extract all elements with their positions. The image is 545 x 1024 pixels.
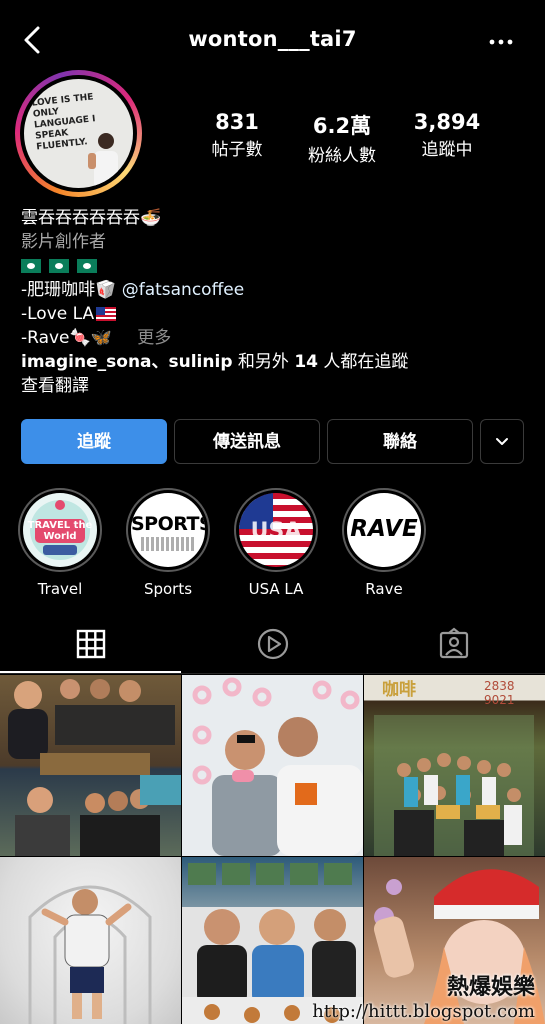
person-figure-icon <box>88 133 118 188</box>
travel-cover-text: TRAVEL the World <box>27 520 93 542</box>
post-grid: 咖啡 2838 9021 熱爆娛樂 http://hittt.blogspot.… <box>0 675 545 1024</box>
grid-icon[interactable] <box>73 626 109 662</box>
watermark-url: http://hittt.blogspot.com <box>312 1001 535 1022</box>
posts-count[interactable]: 831 帖子數 <box>182 110 292 160</box>
followers-value: 6.2萬 <box>312 114 372 138</box>
ellipsis-icon[interactable] <box>487 30 515 50</box>
display-name: 雲吞吞吞吞吞吞🍜 <box>21 208 162 228</box>
tabs-divider <box>0 673 545 674</box>
highlight-label: Travel <box>37 580 83 598</box>
posts-label: 帖子數 <box>211 140 263 160</box>
post-thumbnail[interactable] <box>0 675 181 856</box>
followed-by-users: imagine_sona、sulinip <box>21 352 233 372</box>
post-thumbnail[interactable] <box>182 675 363 856</box>
tagged-person-icon[interactable] <box>436 626 472 662</box>
bio-coffee-line: -肥珊咖啡🥡 @fatsancoffee <box>21 278 531 302</box>
post-thumbnail[interactable] <box>0 857 181 1024</box>
followed-by-count: 14 <box>294 352 318 372</box>
post-thumbnail[interactable]: 咖啡 2838 9021 <box>364 675 545 856</box>
chevron-down-icon <box>496 438 508 445</box>
profile-category: 影片創作者 <box>21 232 106 252</box>
macau-flags <box>21 254 531 278</box>
highlight-sports[interactable]: SPORTS Sports <box>125 488 211 598</box>
bio-love-text: -Love LA <box>21 304 95 324</box>
coffee-mention-link[interactable]: @fatsancoffee <box>122 280 245 300</box>
highlight-label: Sports <box>143 580 193 598</box>
us-flag-icon <box>96 307 117 321</box>
follow-button[interactable]: 追蹤 <box>21 419 167 464</box>
followed-by-mid: 和另外 <box>232 352 295 372</box>
following-label: 追蹤中 <box>421 140 473 160</box>
watermark-title: 熱爆娛樂 <box>446 974 535 1000</box>
message-button[interactable]: 傳送訊息 <box>174 419 320 464</box>
followed-by-tail: 人都在追蹤 <box>317 352 409 372</box>
usa-cover-text: USA <box>250 519 302 544</box>
see-translation-link[interactable]: 查看翻譯 <box>21 374 531 398</box>
profile-username: wonton___tai7 <box>188 27 357 51</box>
highlight-label: USA LA <box>248 580 304 598</box>
avatar-photo: LOVE IS THE ONLY LANGUAGE I SPEAK FLUENT… <box>24 79 133 188</box>
followers-count[interactable]: 6.2萬 粉絲人數 <box>287 110 397 166</box>
suggested-accounts-button[interactable] <box>480 419 524 464</box>
play-circle-icon[interactable] <box>255 626 291 662</box>
highlight-travel[interactable]: TRAVEL the World Travel <box>17 488 103 598</box>
sports-cover-text: SPORTS <box>131 513 205 535</box>
macau-flag-icon <box>49 259 69 273</box>
followed-by[interactable]: imagine_sona、sulinip 和另外 14 人都在追蹤 <box>21 350 531 374</box>
followers-label: 粉絲人數 <box>308 146 376 166</box>
avatar[interactable]: LOVE IS THE ONLY LANGUAGE I SPEAK FLUENT… <box>15 70 142 197</box>
macau-flag-icon <box>21 259 41 273</box>
bio-rave-line: -Rave🍬🦋 更多 <box>21 326 531 350</box>
profile-tabs <box>0 618 545 674</box>
macau-flag-icon <box>77 259 97 273</box>
profile-bio: 雲吞吞吞吞吞吞🍜 影片創作者 -肥珊咖啡🥡 @fatsancoffee -Lov… <box>21 206 531 398</box>
watermark: 熱爆娛樂 http://hittt.blogspot.com <box>312 969 535 1022</box>
following-value: 3,894 <box>413 110 481 134</box>
bio-more-link[interactable]: 更多 <box>137 328 171 348</box>
posts-value: 831 <box>215 110 259 134</box>
rave-cover-text: RAVE <box>350 516 418 542</box>
bio-coffee-text: -肥珊咖啡🥡 <box>21 280 117 300</box>
bio-rave-text: -Rave🍬🦋 <box>21 328 112 348</box>
highlight-label: Rave <box>365 580 403 598</box>
highlight-usa-la[interactable]: USA USA LA <box>233 488 319 598</box>
contact-button[interactable]: 聯絡 <box>327 419 473 464</box>
highlight-rave[interactable]: RAVE Rave <box>341 488 427 598</box>
bio-love-line: -Love LA <box>21 302 531 326</box>
following-count[interactable]: 3,894 追蹤中 <box>392 110 502 160</box>
